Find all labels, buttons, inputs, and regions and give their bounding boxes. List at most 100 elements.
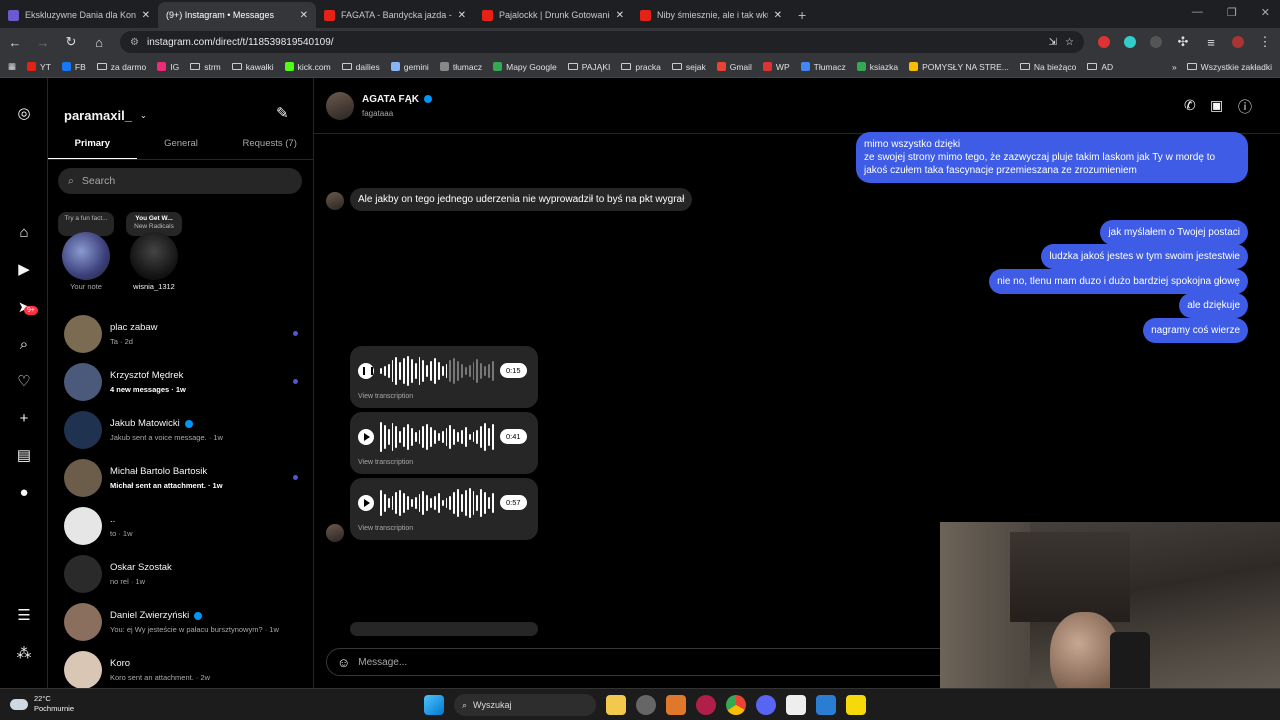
search-input[interactable]: ⌕ Search <box>58 168 302 194</box>
restore-icon[interactable]: ❐ <box>1227 6 1237 19</box>
bookmark-item[interactable]: kawałki <box>231 62 274 72</box>
view-transcription-link[interactable]: View transcription <box>358 459 413 466</box>
waveform[interactable] <box>380 488 494 518</box>
bookmark-item[interactable]: Gmail <box>716 62 752 72</box>
phone-call-icon[interactable]: ✆ <box>1184 97 1196 114</box>
conversation-row[interactable]: Daniel Zwierzyński You: ej Wy jesteście w… <box>48 598 314 646</box>
install-icon[interactable]: ⇲ <box>1049 37 1057 48</box>
bookmark-item[interactable]: gemini <box>390 62 429 72</box>
message-outgoing[interactable]: ale dziękuje <box>1179 293 1248 318</box>
bookmark-item[interactable]: Mapy Google <box>493 62 557 72</box>
account-switcher[interactable]: paramaxil_ ⌄ <box>64 108 147 123</box>
emoji-icon[interactable]: ☺ <box>337 655 350 670</box>
close-tab-icon[interactable]: ✕ <box>774 10 782 21</box>
brave-icon[interactable] <box>666 695 686 715</box>
play-icon[interactable] <box>358 495 374 511</box>
menu-kebab-icon[interactable]: ⋮ <box>1258 34 1272 50</box>
pause-icon[interactable] <box>358 363 374 379</box>
bookmark-item[interactable]: strm <box>190 62 221 72</box>
browser-tab[interactable]: Niby śmiesznie, ale i tak wkurza ✕ <box>632 2 790 28</box>
play-icon[interactable] <box>358 429 374 445</box>
close-tab-icon[interactable]: ✕ <box>300 10 308 21</box>
all-bookmarks[interactable]: Wszystkie zakładki <box>1186 62 1272 72</box>
close-window-icon[interactable]: ✕ <box>1261 6 1270 19</box>
close-tab-icon[interactable]: ✕ <box>616 10 624 21</box>
tab-requests[interactable]: Requests (7) <box>225 132 314 159</box>
message-outgoing[interactable]: jak myślałem o Twojej postaci <box>1100 220 1248 245</box>
file-explorer-icon[interactable] <box>606 695 626 715</box>
create-icon[interactable]: + <box>14 409 34 429</box>
close-tab-icon[interactable]: ✕ <box>458 10 466 21</box>
view-transcription-link[interactable]: View transcription <box>358 393 413 400</box>
message-outgoing[interactable]: mimo wszystko dzięki ze swojej strony mi… <box>856 132 1248 183</box>
profile-avatar[interactable] <box>1232 36 1244 48</box>
capcut-icon[interactable] <box>786 695 806 715</box>
also-from-meta-icon[interactable]: ⁂ <box>14 644 34 664</box>
bookmark-item[interactable]: Na bieżąco <box>1019 62 1076 72</box>
search-icon[interactable]: ⌕ <box>14 335 34 355</box>
bookmark-item[interactable]: PAJĄKI <box>567 62 610 72</box>
extension-record-icon[interactable] <box>1098 36 1110 48</box>
thread-title[interactable]: AGATA FĄK <box>362 94 433 105</box>
home-icon[interactable]: ⌂ <box>92 35 106 50</box>
browser-tab[interactable]: Pajalockk | Drunk Gotowanie z A ✕ <box>474 2 632 28</box>
avatar[interactable] <box>326 91 354 120</box>
bookmark-item[interactable]: za darmo <box>96 62 146 72</box>
bookmark-item[interactable]: kick.com <box>284 62 331 72</box>
windows-start-icon[interactable] <box>424 695 444 715</box>
apps-grid-icon[interactable]: ▦ <box>8 61 16 72</box>
url-bar[interactable]: ⚙ instagram.com/direct/t/118539819540109… <box>120 31 1084 53</box>
reels-icon[interactable]: ▶ <box>14 260 34 280</box>
bookmark-item[interactable]: YT <box>27 62 51 72</box>
sticky-notes-icon[interactable] <box>846 695 866 715</box>
instagram-logo-icon[interactable]: ◎ <box>14 104 34 124</box>
extension-icon[interactable] <box>1150 36 1162 48</box>
bookmark-item[interactable]: Tłumacz <box>800 62 846 72</box>
waveform[interactable] <box>380 356 494 386</box>
note-item[interactable]: Try a fun fact... Your note <box>58 212 114 296</box>
tab-primary[interactable]: Primary <box>48 132 137 159</box>
video-call-icon[interactable]: ▣ <box>1210 97 1223 114</box>
reload-icon[interactable]: ↻ <box>64 34 78 50</box>
new-tab-button[interactable]: + <box>798 2 806 28</box>
bookmark-item[interactable]: pracka <box>621 62 661 72</box>
compose-icon[interactable]: ✎ <box>276 104 294 122</box>
media-control-icon[interactable]: ≡ <box>1204 35 1218 50</box>
conversation-row[interactable]: Michał Bartolo Bartosik Michał sent an at… <box>48 454 314 502</box>
message-incoming[interactable]: Ale jakby on tego jednego uderzenia nie … <box>350 188 693 211</box>
browser-tab[interactable]: (9+) Instagram • Messages ✕ <box>158 2 316 91</box>
waveform[interactable] <box>380 422 494 452</box>
dashboard-icon[interactable]: ▤ <box>14 446 34 466</box>
extension-icon[interactable] <box>1124 36 1136 48</box>
bookmark-item[interactable]: WP <box>762 62 790 72</box>
browser-tab[interactable]: Ekskluzywne Dania dla Koneser ✕ <box>0 2 158 28</box>
discord-icon[interactable] <box>756 695 776 715</box>
conversation-row[interactable]: plac zabaw Ta · 2d <box>48 310 314 358</box>
taskbar-search[interactable]: ⌕ Wyszukaj <box>454 694 596 716</box>
app-icon[interactable] <box>816 695 836 715</box>
bookmark-item[interactable]: tłumacz <box>439 62 482 72</box>
back-icon[interactable]: ← <box>8 35 22 50</box>
bookmarks-overflow-icon[interactable]: » <box>1172 62 1177 72</box>
note-item[interactable]: You Get W... New Radicals wisnia_1312 <box>126 212 182 296</box>
bookmark-item[interactable]: IG <box>157 62 179 72</box>
conversation-row[interactable]: Oskar Szostak no rel · 1w <box>48 550 314 598</box>
bookmark-star-icon[interactable]: ☆ <box>1065 37 1074 48</box>
forward-icon[interactable]: → <box>36 35 50 50</box>
site-info-icon[interactable]: ⚙ <box>130 37 139 48</box>
more-menu-icon[interactable]: ☰ <box>14 606 34 626</box>
bookmark-item[interactable]: dailies <box>341 62 380 72</box>
close-tab-icon[interactable]: ✕ <box>142 10 150 21</box>
tab-general[interactable]: General <box>137 132 226 159</box>
conversation-row[interactable]: Koro Koro sent an attachment. · 2w <box>48 646 314 694</box>
bookmark-item[interactable]: sejak <box>671 62 706 72</box>
bookmark-item[interactable]: ksiazka <box>856 62 898 72</box>
opera-icon[interactable] <box>696 695 716 715</box>
bookmark-item[interactable]: AD <box>1087 62 1113 72</box>
weather-widget[interactable]: 22°C Pochmurnie <box>10 694 74 714</box>
chrome-icon[interactable] <box>726 695 746 715</box>
conversation-row[interactable]: Krzysztof Mędrek 4 new messages · 1w <box>48 358 314 406</box>
extensions-puzzle-icon[interactable]: ✣ <box>1176 34 1190 50</box>
message-outgoing[interactable]: nagramy coś wierze <box>1143 318 1248 343</box>
profile-avatar[interactable]: ● <box>14 483 34 503</box>
